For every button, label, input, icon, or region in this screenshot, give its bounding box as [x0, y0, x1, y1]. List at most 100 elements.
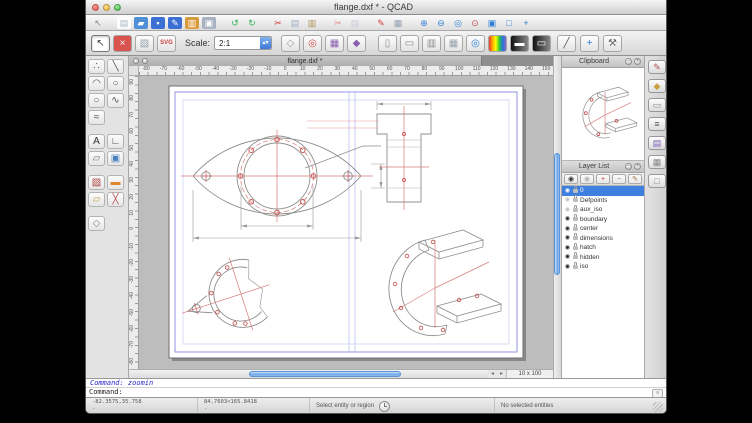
paste-icon[interactable]: ▥: [305, 17, 319, 29]
drawing-preferences-icon[interactable]: ✎: [374, 17, 388, 29]
color-picker[interactable]: [488, 35, 507, 52]
lineweight-dropdown[interactable]: ▬: [510, 35, 529, 52]
resize-grip-icon[interactable]: [653, 402, 663, 412]
remove-layer-button[interactable]: −: [612, 174, 626, 184]
layer-row[interactable]: ◉hidden: [562, 253, 644, 263]
restrict-orthogonal-button[interactable]: ▥: [422, 35, 441, 52]
dock-selection-filter-button[interactable]: □: [648, 174, 666, 188]
layer-visibility-icon[interactable]: ◉: [564, 188, 571, 194]
layer-row[interactable]: ◉Defpoints: [562, 196, 644, 206]
scale-combobox[interactable]: 2:1 ▴▾: [214, 36, 272, 50]
layer-visibility-icon[interactable]: ◉: [564, 245, 571, 251]
open-file-icon[interactable]: ▰: [134, 17, 148, 29]
snap-center-button[interactable]: ◎: [303, 35, 322, 52]
redo-icon[interactable]: ↻: [245, 17, 259, 29]
zoom-window-icon[interactable]: ▣: [485, 17, 499, 29]
viewport-tool[interactable]: ◇: [88, 216, 105, 231]
cut-icon[interactable]: ✂: [271, 17, 285, 29]
edit-layer-button[interactable]: ✎: [628, 174, 642, 184]
line-tool[interactable]: ╲: [107, 59, 124, 74]
save-as-icon[interactable]: ✎: [168, 17, 182, 29]
layer-lock-icon[interactable]: [573, 236, 578, 240]
layer-visibility-icon[interactable]: ◉: [564, 207, 571, 213]
clear-selection-button[interactable]: ×: [113, 35, 132, 52]
print-preview-icon[interactable]: ▣: [202, 17, 216, 29]
snap-crosshair-button[interactable]: +: [580, 35, 599, 52]
float-layer-panel-button[interactable]: −: [625, 163, 632, 170]
command-line[interactable]: Command: ≡: [86, 387, 666, 397]
layer-row[interactable]: ◉hatch: [562, 243, 644, 253]
layer-row[interactable]: ◉dimensions: [562, 234, 644, 244]
linetype-dropdown[interactable]: ▭: [532, 35, 551, 52]
svg-export-button[interactable]: SVG: [157, 35, 176, 52]
layer-lock-icon[interactable]: [573, 265, 578, 269]
explode-tool[interactable]: ╳: [107, 192, 124, 207]
dev-tools-button[interactable]: ⚒: [603, 35, 622, 52]
float-clipboard-panel-button[interactable]: −: [625, 58, 632, 65]
draw-from-selection-button[interactable]: ◇: [281, 35, 300, 52]
layer-row[interactable]: ◉boundary: [562, 215, 644, 225]
layer-lock-icon[interactable]: [573, 227, 578, 231]
combo-arrows-icon[interactable]: ▴▾: [260, 37, 271, 49]
arc-tool[interactable]: ◠: [88, 76, 105, 91]
snap-reference-button[interactable]: ◆: [347, 35, 366, 52]
close-layer-panel-button[interactable]: ×: [634, 163, 641, 170]
h-scrollbar-thumb[interactable]: [249, 371, 401, 377]
copy-icon[interactable]: ▤: [288, 17, 302, 29]
hatch-tool[interactable]: ▨: [88, 175, 105, 190]
undo-icon[interactable]: ↺: [228, 17, 242, 29]
print-icon[interactable]: ▥: [185, 17, 199, 29]
layer-visibility-icon[interactable]: ◉: [564, 197, 571, 203]
drawing-tab[interactable]: flange.dxf *: [129, 56, 482, 66]
leader-tool[interactable]: ▱: [88, 151, 105, 166]
drawing-canvas[interactable]: [139, 76, 553, 369]
layer-visibility-icon[interactable]: ◉: [564, 216, 571, 222]
ellipse-tool[interactable]: ○: [88, 93, 105, 108]
polyline-tool[interactable]: ∿: [107, 93, 124, 108]
layer-lock-icon[interactable]: [573, 189, 578, 193]
magnifier-button[interactable]: ◎: [466, 35, 485, 52]
layer-lock-icon[interactable]: [573, 246, 578, 250]
layer-lock-icon[interactable]: [573, 208, 578, 212]
zoom-in-icon[interactable]: ⊕: [417, 17, 431, 29]
dock-block-list-button[interactable]: ▤: [648, 136, 666, 150]
image-tool[interactable]: ▣: [107, 151, 124, 166]
stamp-button[interactable]: ▧: [135, 35, 154, 52]
selection-pointer-button[interactable]: ↖: [91, 35, 110, 52]
select-tool-icon[interactable]: ↖: [91, 17, 105, 29]
dimension-tool[interactable]: ∟: [107, 134, 124, 149]
restrict-horizontal-button[interactable]: ▭: [400, 35, 419, 52]
minimize-window-button[interactable]: [103, 4, 110, 11]
save-icon[interactable]: ▪: [151, 17, 165, 29]
dock-view-list-button[interactable]: ▦: [648, 155, 666, 169]
add-layer-button[interactable]: +: [596, 174, 610, 184]
zoom-out-icon[interactable]: ⊖: [434, 17, 448, 29]
zoom-page-icon[interactable]: □: [502, 17, 516, 29]
table-icon[interactable]: ▦: [391, 17, 405, 29]
layer-visibility-icon[interactable]: ◉: [564, 226, 571, 232]
layer-visibility-icon[interactable]: ◉: [564, 264, 571, 270]
line-draw-button[interactable]: ╱: [557, 35, 576, 52]
text-tool[interactable]: A: [88, 134, 105, 149]
close-clipboard-panel-button[interactable]: ×: [634, 58, 641, 65]
grid-toggle-button[interactable]: ▦: [444, 35, 463, 52]
show-all-layers-button[interactable]: ◉: [564, 174, 578, 184]
layer-visibility-icon[interactable]: ◉: [564, 254, 571, 260]
solid-fill-tool[interactable]: ▬: [107, 175, 124, 190]
hide-all-layers-button[interactable]: ◉: [580, 174, 594, 184]
v-scrollbar[interactable]: [553, 56, 561, 378]
auto-zoom-icon[interactable]: ◎: [451, 17, 465, 29]
layer-row[interactable]: ◉iso: [562, 262, 644, 272]
layer-lock-icon[interactable]: [573, 255, 578, 259]
dock-layer-list-button[interactable]: ≡: [648, 117, 666, 131]
scroll-left-icon[interactable]: ◂: [488, 370, 497, 378]
copy-with-reference-icon[interactable]: ▤: [348, 17, 362, 29]
h-scrollbar[interactable]: [129, 370, 488, 378]
dock-library-browser-button[interactable]: ◆: [648, 79, 666, 93]
scroll-right-icon[interactable]: ▸: [497, 370, 506, 378]
layer-visibility-icon[interactable]: ◉: [564, 235, 571, 241]
layer-lock-icon[interactable]: [573, 217, 578, 221]
new-file-icon[interactable]: ▤: [117, 17, 131, 29]
close-window-button[interactable]: [92, 4, 99, 11]
hatch-from-selection-button[interactable]: ▦: [325, 35, 344, 52]
